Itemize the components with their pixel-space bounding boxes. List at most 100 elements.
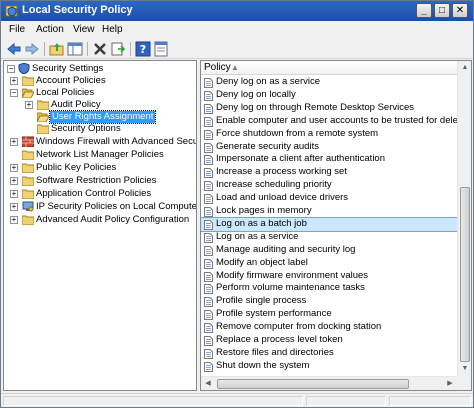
tree-item-audit-policy[interactable]: + Audit Policy [4, 99, 196, 111]
policy-document-icon [204, 348, 213, 359]
back-arrow-icon[interactable] [6, 41, 22, 57]
expand-toggle[interactable]: + [10, 177, 18, 185]
delete-icon[interactable] [92, 41, 108, 57]
scroll-right-icon[interactable]: ▶ [443, 377, 457, 390]
vertical-scrollbar[interactable]: ▲ ▼ [457, 61, 471, 376]
policy-list-item[interactable]: Increase scheduling priority [201, 179, 457, 192]
policy-list-item[interactable]: Impersonate a client after authenticatio… [201, 153, 457, 166]
tree-item-label: IP Security Policies on Local Computer [36, 201, 197, 212]
tree-item-label: Audit Policy [51, 99, 101, 110]
menu-file[interactable]: File [9, 24, 25, 35]
folder-icon [22, 76, 34, 86]
horizontal-scroll-thumb[interactable] [217, 379, 409, 389]
policy-list-item[interactable]: Modify an object label [201, 257, 457, 270]
menu-help[interactable]: Help [102, 24, 123, 35]
policy-document-icon [204, 271, 213, 282]
title-bar[interactable]: Local Security Policy _ □ ✕ [1, 1, 473, 21]
policy-list-item[interactable]: Increase a process working set [201, 166, 457, 179]
policy-list-item[interactable]: Profile system performance [201, 308, 457, 321]
forward-arrow-icon[interactable] [24, 41, 40, 57]
vertical-scroll-thumb[interactable] [460, 187, 470, 362]
tree-item-user-rights-assignment[interactable]: User Rights Assignment [4, 110, 196, 124]
scroll-down-icon[interactable]: ▼ [458, 362, 471, 376]
tree-item-label: User Rights Assignment [48, 110, 157, 124]
expand-toggle[interactable]: + [10, 216, 18, 224]
folder-icon [37, 100, 49, 110]
folder-icon [37, 124, 49, 134]
policy-list-item-label: Increase scheduling priority [216, 179, 332, 191]
policy-list-item-label: Profile single process [216, 295, 307, 307]
tree-item-local-policies[interactable]: − Local Policies [4, 87, 196, 99]
policy-list-item-label: Modify firmware environment values [216, 269, 369, 281]
up-folder-icon[interactable] [49, 41, 65, 57]
tree-item-security-options[interactable]: Security Options [4, 123, 196, 135]
policy-document-icon [204, 194, 213, 205]
policy-list-item[interactable]: Log on as a batch job [201, 216, 457, 232]
tree-item-ip-security[interactable]: + IP Security Policies on Local Computer [4, 201, 196, 213]
tree-item-security-settings[interactable]: − Security Settings [4, 63, 196, 75]
tree-item-windows-firewall[interactable]: + Windows Firewall with Advanced Securit… [4, 136, 196, 148]
policy-list: Deny log on as a service Deny log on loca… [201, 76, 457, 376]
tree-item-advanced-audit[interactable]: + Advanced Audit Policy Configuration [4, 214, 196, 226]
policy-list-item-label: Replace a process level token [216, 334, 343, 345]
policy-list-item[interactable]: Load and unload device drivers [201, 192, 457, 205]
menu-action[interactable]: Action [36, 24, 64, 35]
tree-pane[interactable]: − Security Settings + Account Policies −… [3, 60, 197, 391]
policy-list-item[interactable]: Deny log on through Remote Desktop Servi… [201, 102, 457, 115]
policy-list-item[interactable]: Enable computer and user accounts to be … [201, 115, 457, 128]
policy-document-icon [204, 103, 213, 114]
policy-list-item[interactable]: Log on as a service [201, 231, 457, 244]
policy-list-item-label: Modify an object label [216, 256, 308, 268]
minimize-button[interactable]: _ [416, 3, 432, 18]
window-title: Local Security Policy [22, 4, 133, 16]
tree-item-label: Local Policies [36, 87, 95, 98]
folder-open-icon [22, 88, 34, 98]
expand-toggle[interactable]: + [10, 138, 18, 146]
tree-item-public-key-policies[interactable]: + Public Key Policies [4, 162, 196, 174]
policy-list-item[interactable]: Lock pages in memory [201, 205, 457, 218]
status-bar [1, 393, 473, 407]
policy-list-item[interactable]: Remove computer from docking station [201, 321, 457, 334]
help-icon[interactable]: ? [135, 41, 151, 57]
expand-toggle[interactable]: + [25, 101, 33, 109]
policy-list-item-label: Enable computer and user accounts to be … [216, 114, 457, 126]
policy-list-item[interactable]: Manage auditing and security log [201, 244, 457, 257]
policy-list-item-label: Deny log on as a service [216, 76, 321, 87]
collapse-toggle[interactable]: − [10, 89, 18, 97]
policy-list-item[interactable]: Modify firmware environment values [201, 270, 457, 283]
scroll-up-icon[interactable]: ▲ [458, 61, 471, 75]
tree-item-application-control[interactable]: + Application Control Policies [4, 188, 196, 200]
policy-list-item[interactable]: Restore files and directories [201, 347, 457, 360]
properties-icon[interactable] [153, 41, 169, 57]
show-hide-tree-icon[interactable] [67, 41, 83, 57]
tree-item-network-list-manager[interactable]: Network List Manager Policies [4, 149, 196, 161]
policy-list-item[interactable]: Deny log on locally [201, 89, 457, 102]
policy-document-icon [204, 258, 213, 269]
tree-item-account-policies[interactable]: + Account Policies [4, 75, 196, 87]
policy-list-item[interactable]: Replace a process level token [201, 334, 457, 347]
collapse-toggle[interactable]: − [7, 65, 15, 73]
tree-item-software-restriction[interactable]: + Software Restriction Policies [4, 175, 196, 187]
expand-toggle[interactable]: + [10, 190, 18, 198]
export-list-icon[interactable] [110, 41, 126, 57]
policy-document-icon [204, 116, 213, 127]
horizontal-scrollbar[interactable]: ◀ ▶ [201, 376, 457, 390]
close-button[interactable]: ✕ [452, 3, 468, 18]
policy-list-item[interactable]: Profile single process [201, 295, 457, 308]
policy-list-item-label: Log on as a service [216, 230, 299, 242]
menu-view[interactable]: View [73, 24, 95, 35]
policy-list-item[interactable]: Shut down the system [201, 360, 457, 373]
menu-bar: File Action View Help [1, 21, 473, 39]
expand-toggle[interactable]: + [10, 77, 18, 85]
policy-document-icon [204, 90, 213, 101]
policy-list-item[interactable]: Deny log on as a service [201, 76, 457, 89]
policy-list-item[interactable]: Perform volume maintenance tasks [201, 282, 457, 295]
maximize-button[interactable]: □ [434, 3, 450, 18]
policy-list-item[interactable]: Force shutdown from a remote system [201, 128, 457, 141]
policy-list-item[interactable]: Generate security audits [201, 141, 457, 154]
expand-toggle[interactable]: + [10, 164, 18, 172]
policy-list-pane[interactable]: Policy ▲ Deny log on as a service Deny lo… [200, 60, 472, 391]
column-header-policy[interactable]: Policy ▲ [201, 61, 457, 75]
expand-toggle[interactable]: + [10, 203, 18, 211]
scroll-left-icon[interactable]: ◀ [201, 377, 215, 390]
